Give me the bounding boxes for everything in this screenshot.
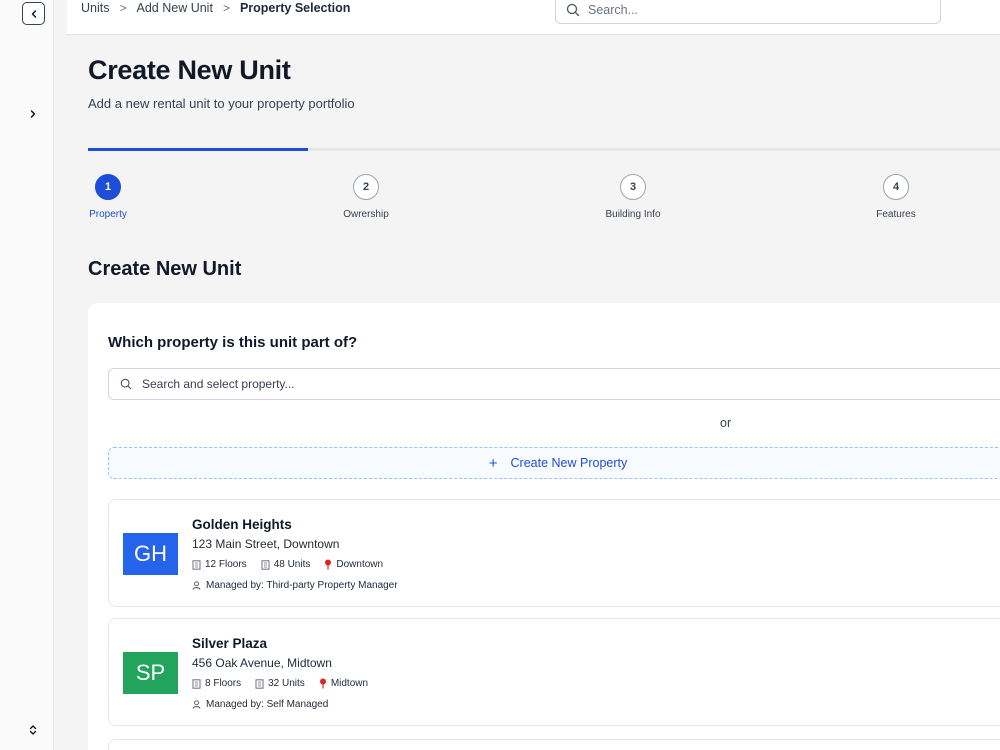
building-icon	[192, 678, 201, 689]
sidebar	[0, 0, 54, 750]
user-icon	[192, 700, 201, 709]
property-location: Midtown	[319, 678, 368, 689]
or-divider-text: or	[720, 416, 732, 430]
property-manager: Managed by: Third-party Property Manager	[192, 580, 398, 591]
breadcrumb: Units > Add New Unit > Property Selectio…	[81, 1, 350, 15]
global-search-input[interactable]: Search...	[555, 0, 941, 24]
search-icon	[120, 378, 132, 390]
step-building-info[interactable]: 3 Building Info	[583, 174, 683, 220]
property-floors: 12 Floors	[192, 559, 247, 570]
search-placeholder: Search...	[588, 3, 639, 17]
chevrons-up-down-icon	[29, 725, 37, 735]
property-selection-card: Which property is this unit part of? Sea…	[88, 303, 1000, 750]
property-avatar: GH	[123, 533, 178, 575]
topbar: Units > Add New Unit > Property Selectio…	[67, 0, 1000, 35]
property-manager: Managed by: Self Managed	[192, 699, 328, 710]
property-meta: 8 Floors 32 Units Midtown	[192, 678, 382, 689]
map-pin-icon	[319, 678, 327, 689]
main-content: Create New Unit Add a new rental unit to…	[67, 35, 1000, 750]
building-icon	[261, 559, 270, 570]
chevron-right-icon	[30, 110, 36, 118]
property-card-partial[interactable]	[108, 739, 1000, 750]
step-number: 1	[95, 174, 121, 200]
collapse-sidebar-button[interactable]	[22, 2, 45, 25]
step-label: Property	[89, 209, 127, 220]
property-address: 456 Oak Avenue, Midtown	[192, 656, 332, 670]
property-search-input[interactable]: Search and select property...	[108, 368, 1000, 400]
property-search-placeholder: Search and select property...	[142, 377, 295, 391]
step-label: Building Info	[605, 209, 661, 220]
progress-fill	[88, 148, 308, 151]
step-property[interactable]: 1 Property	[58, 174, 158, 220]
page-title: Create New Unit	[88, 55, 291, 85]
map-pin-icon	[324, 559, 332, 570]
step-number: 2	[353, 174, 379, 200]
property-address: 123 Main Street, Downtown	[192, 537, 340, 551]
building-icon	[192, 559, 201, 570]
breadcrumb-units[interactable]: Units	[81, 1, 109, 15]
step-ownership[interactable]: 2 Owrership	[316, 174, 416, 220]
property-meta: 12 Floors 48 Units Downtown	[192, 559, 397, 570]
step-label: Features	[876, 209, 916, 220]
breadcrumb-separator-icon: >	[222, 1, 230, 15]
property-units: 48 Units	[261, 559, 310, 570]
page-subtitle: Add a new rental unit to your property p…	[88, 96, 355, 111]
chevron-left-icon	[31, 9, 36, 18]
expand-sidebar-button[interactable]	[24, 105, 42, 123]
section-title: Create New Unit	[88, 258, 242, 280]
breadcrumb-current: Property Selection	[239, 1, 351, 15]
step-features[interactable]: 4 Features	[846, 174, 946, 220]
property-card-silver-plaza[interactable]: SP Silver Plaza 456 Oak Avenue, Midtown …	[108, 618, 1000, 726]
building-icon	[255, 678, 264, 689]
create-new-property-button[interactable]: + Create New Property	[108, 447, 1000, 479]
search-icon	[566, 3, 580, 17]
property-avatar: SP	[123, 652, 178, 694]
property-floors: 8 Floors	[192, 678, 241, 689]
breadcrumb-add-new-unit[interactable]: Add New Unit	[137, 1, 213, 15]
step-number: 4	[883, 174, 909, 200]
property-name: Golden Heights	[192, 517, 292, 532]
property-card-golden-heights[interactable]: GH Golden Heights 123 Main Street, Downt…	[108, 499, 1000, 607]
step-number: 3	[620, 174, 646, 200]
breadcrumb-separator-icon: >	[119, 1, 127, 15]
account-switcher-button[interactable]	[24, 721, 42, 739]
plus-icon: +	[488, 454, 498, 472]
property-name: Silver Plaza	[192, 636, 268, 651]
sidebar-gutter	[54, 0, 67, 750]
create-new-property-label: Create New Property	[510, 456, 628, 470]
step-label: Owrership	[343, 209, 389, 220]
property-units: 32 Units	[255, 678, 305, 689]
property-location: Downtown	[324, 559, 383, 570]
property-question: Which property is this unit part of?	[108, 334, 358, 351]
user-icon	[192, 581, 201, 590]
